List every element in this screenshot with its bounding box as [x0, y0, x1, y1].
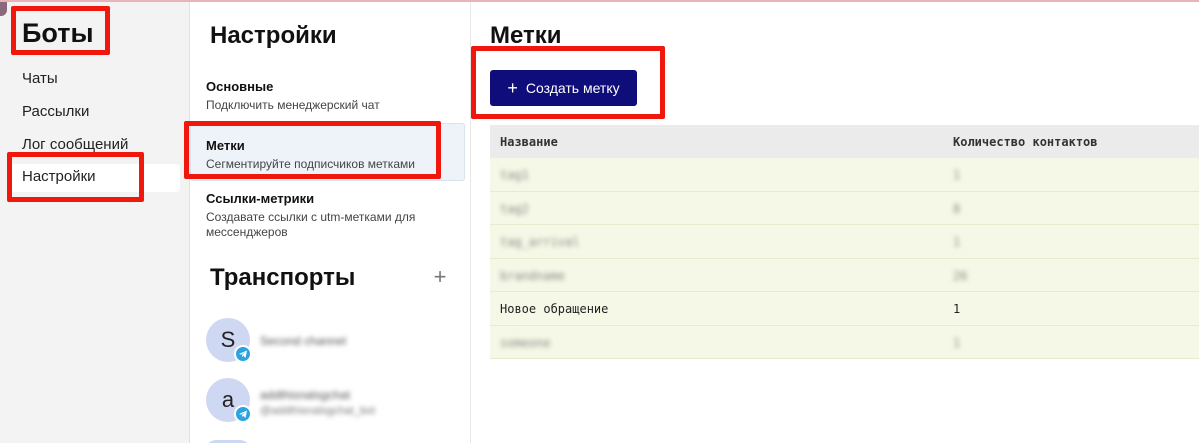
- transports-title: Транспорты: [210, 264, 356, 291]
- column-header-contacts-count[interactable]: Количество контактов: [953, 135, 1098, 149]
- table-row[interactable]: someone 1: [490, 325, 1199, 359]
- settings-item-title: Основные: [206, 79, 274, 94]
- tags-table: Название Количество контактов tag1 1 tag2 8…: [490, 125, 1199, 359]
- transport-name: addthisnalsgchat: [260, 388, 351, 402]
- highlight-box: [184, 121, 441, 179]
- sidebar-item-label: Чаты: [22, 70, 58, 87]
- sidebar-item-chats[interactable]: Чаты: [22, 70, 58, 87]
- contacts-count-cell: 1: [953, 335, 961, 350]
- contacts-count-cell: 8: [953, 201, 961, 216]
- bots-sidebar: Боты Чаты Рассылки Лог сообщений Настрой…: [0, 2, 190, 443]
- table-row[interactable]: tag1 1: [490, 158, 1199, 192]
- settings-item-description: Создавате ссылки с utm-метками для мессе…: [206, 210, 416, 239]
- transport-item[interactable]: a addthisnalsgchat @addthisnalsgchat_bot: [206, 378, 456, 426]
- table-row[interactable]: Новое обращение 1: [490, 292, 1199, 326]
- settings-item-metric-links[interactable]: Ссылки-метрики Создавате ссылки с utm-ме…: [206, 191, 456, 240]
- settings-item-general[interactable]: Основные Подключить менеджерский чат: [206, 79, 380, 113]
- tag-name-cell: tag_arrival: [500, 235, 580, 249]
- telegram-icon: [234, 405, 252, 423]
- table-row[interactable]: tag2 8: [490, 191, 1199, 225]
- tag-name-cell: brandname: [500, 268, 566, 283]
- sidebar-item-label: Рассылки: [22, 103, 90, 120]
- table-body: tag1 1 tag2 8 tag_arrival 1 brandname 26 Новое о…: [490, 158, 1199, 359]
- table-row[interactable]: tag_arrival 1: [490, 225, 1199, 259]
- telegram-icon: [234, 345, 252, 363]
- plus-icon[interactable]: +: [430, 264, 450, 290]
- column-header-name[interactable]: Название: [500, 135, 558, 149]
- tag-name-cell: Новое обращение: [500, 302, 609, 316]
- transport-username: @addthisnalsgchat_bot: [260, 405, 376, 417]
- sidebar-item-label: Лог сообщений: [22, 136, 129, 153]
- contacts-count-cell: 1: [953, 302, 961, 316]
- table-row[interactable]: brandname 26: [490, 258, 1199, 292]
- settings-item-description: Подключить менеджерский чат: [206, 98, 380, 112]
- highlight-box: [11, 6, 110, 55]
- transport-item[interactable]: S Second channel: [206, 318, 456, 366]
- sidebar-item-message-log[interactable]: Лог сообщений: [22, 136, 128, 153]
- settings-panel: Настройки Основные Подключить менеджерск…: [190, 2, 471, 443]
- settings-item-title: Ссылки-метрики: [206, 191, 315, 206]
- highlight-box: [471, 46, 665, 119]
- highlight-box: [7, 152, 144, 202]
- contacts-count-cell: 1: [953, 235, 961, 249]
- tag-name-cell: tag2: [500, 201, 529, 216]
- transport-name: Second channel: [260, 334, 347, 348]
- sidebar-item-broadcasts[interactable]: Рассылки: [22, 103, 89, 120]
- settings-title: Настройки: [210, 22, 337, 49]
- contacts-count-cell: 26: [953, 268, 968, 283]
- table-header: Название Количество контактов: [490, 125, 1199, 158]
- tag-name-cell: tag1: [500, 168, 529, 182]
- contacts-count-cell: 1: [953, 168, 961, 182]
- tag-name-cell: someone: [500, 335, 551, 350]
